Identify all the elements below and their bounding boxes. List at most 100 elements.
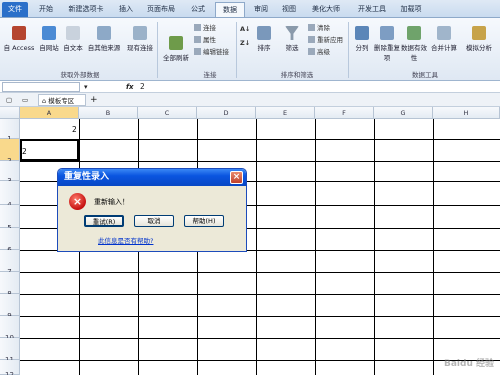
column-header-g[interactable]: G: [374, 107, 433, 119]
remove-duplicates-button[interactable]: 删除重复项: [374, 26, 400, 62]
properties-icon: [194, 36, 201, 43]
sort-button[interactable]: 排序: [254, 26, 274, 52]
connections-button[interactable]: 连接: [194, 23, 216, 33]
ribbon-separator: [348, 22, 349, 78]
connections-icon: [194, 24, 201, 31]
tab-new[interactable]: 新建选项卡: [63, 2, 109, 17]
tab-developer[interactable]: 开发工具: [352, 2, 392, 17]
formula-input[interactable]: 2: [140, 81, 145, 93]
select-all-corner[interactable]: [0, 107, 20, 119]
sheet-tab[interactable]: ⌂ 模板专区: [38, 94, 86, 106]
grid-line: [374, 119, 375, 375]
cancel-button[interactable]: 取消: [134, 215, 174, 227]
consolidate-button[interactable]: 合并计算: [428, 26, 460, 52]
text-to-columns-label: 分列: [355, 44, 369, 52]
name-box[interactable]: [2, 82, 80, 92]
web-icon: [42, 26, 56, 40]
page-icon[interactable]: ▢: [6, 94, 16, 106]
column-header-e[interactable]: E: [256, 107, 315, 119]
tab-beautify[interactable]: 美化大师: [306, 2, 346, 17]
fx-icon[interactable]: fx: [126, 81, 134, 93]
column-header-c[interactable]: C: [138, 107, 197, 119]
text-file-icon: [66, 26, 80, 40]
row-header-11[interactable]: 11: [0, 338, 20, 364]
connection-icon: [133, 26, 147, 40]
properties-button[interactable]: 属性: [194, 35, 216, 45]
row-header-8[interactable]: 8: [0, 272, 20, 298]
folder-icon[interactable]: ▭: [22, 94, 32, 106]
row-header-5[interactable]: 5: [0, 205, 20, 232]
tab-insert[interactable]: 插入: [114, 2, 138, 17]
edit-links-label: 编辑链接: [203, 48, 229, 56]
row-header-10[interactable]: 10: [0, 316, 20, 342]
column-header-d[interactable]: D: [197, 107, 256, 119]
sort-za-icon[interactable]: Z↓: [240, 38, 250, 48]
what-if-button[interactable]: 模拟分析: [462, 26, 496, 52]
consolidate-icon: [437, 26, 451, 40]
grid-line: [20, 316, 500, 317]
clear-label: 清除: [317, 24, 330, 32]
refresh-all-button[interactable]: 全部刷新: [160, 36, 192, 62]
close-icon[interactable]: ×: [230, 171, 243, 184]
tab-review[interactable]: 审阅: [249, 2, 273, 17]
tab-addins[interactable]: 加载项: [396, 2, 426, 17]
sort-az-icon[interactable]: A↓: [240, 24, 250, 34]
error-dialog: 重复性录入 × × 重新输入！ 重试(R) 取消 帮助(H) 此信息是否有帮助?: [57, 168, 247, 252]
sheet-tab-row: ▢ ▭ ⌂ 模板专区 +: [0, 93, 500, 107]
row-header-9[interactable]: 9: [0, 294, 20, 320]
advanced-button[interactable]: 高级: [308, 47, 330, 57]
clear-button[interactable]: 清除: [308, 23, 330, 33]
tab-home[interactable]: 开始: [34, 2, 58, 17]
existing-connections-button[interactable]: 现有连接: [124, 26, 156, 52]
row-header-7[interactable]: 7: [0, 250, 20, 276]
tab-formulas[interactable]: 公式: [186, 2, 210, 17]
filter-button[interactable]: 筛选: [280, 26, 304, 52]
retry-button[interactable]: 重试(R): [84, 215, 124, 227]
ribbon-separator: [236, 22, 237, 78]
dialog-titlebar[interactable]: 重复性录入 ×: [58, 169, 246, 186]
what-if-icon: [472, 26, 486, 40]
tab-page-layout[interactable]: 页面布局: [142, 2, 180, 17]
error-icon: ×: [69, 193, 86, 210]
row-header-4[interactable]: 4: [0, 181, 20, 209]
helpful-link[interactable]: 此信息是否有帮助?: [98, 235, 153, 245]
add-tab-button[interactable]: +: [90, 94, 102, 106]
tab-file[interactable]: 文件: [2, 2, 28, 17]
help-button[interactable]: 帮助(H): [184, 215, 224, 227]
cell-a1[interactable]: 2: [72, 125, 77, 134]
row-header-6[interactable]: 6: [0, 228, 20, 254]
reapply-button[interactable]: 重新应用: [308, 35, 343, 45]
column-header-a[interactable]: A: [20, 107, 79, 119]
from-text-button[interactable]: 自文本: [61, 26, 85, 52]
tab-data[interactable]: 数据: [215, 2, 245, 17]
remove-duplicates-label: 删除重复项: [374, 44, 400, 62]
group-label-connections: 连接: [203, 71, 217, 79]
existing-connections-label: 现有连接: [127, 44, 153, 52]
grid-line: [20, 294, 500, 295]
from-access-button[interactable]: 自 Access: [2, 26, 36, 52]
access-icon: [12, 26, 26, 40]
data-validation-label: 数据有效性: [401, 44, 427, 62]
dialog-title: 重复性录入: [64, 172, 110, 182]
row-header-3[interactable]: 3: [0, 161, 20, 185]
row-header-1[interactable]: 1: [0, 119, 20, 143]
row-header-2[interactable]: 2: [0, 139, 20, 165]
from-web-button[interactable]: 自网站: [36, 26, 62, 52]
tab-view[interactable]: 视图: [277, 2, 301, 17]
columns-icon: [355, 26, 369, 40]
filter-label: 筛选: [285, 44, 299, 52]
grid-line: [20, 161, 500, 162]
data-validation-button[interactable]: 数据有效性: [401, 26, 427, 62]
ribbon-tab-bar: 文件 开始 新建选项卡 插入 页面布局 公式 数据 审阅 视图 美化大师 开发工…: [0, 0, 500, 18]
filter-icon: [285, 26, 299, 40]
column-header-f[interactable]: F: [315, 107, 374, 119]
from-other-button[interactable]: 自其他来源: [85, 26, 123, 52]
namebox-dropdown-icon[interactable]: ▾: [84, 82, 88, 92]
row-header-12[interactable]: 12: [0, 360, 20, 375]
edit-links-button[interactable]: 编辑链接: [194, 47, 229, 57]
grid-line: [20, 139, 500, 140]
column-header-b[interactable]: B: [79, 107, 138, 119]
column-header-h[interactable]: H: [433, 107, 500, 119]
active-cell-outline: [20, 139, 79, 161]
text-to-columns-button[interactable]: 分列: [352, 26, 372, 52]
